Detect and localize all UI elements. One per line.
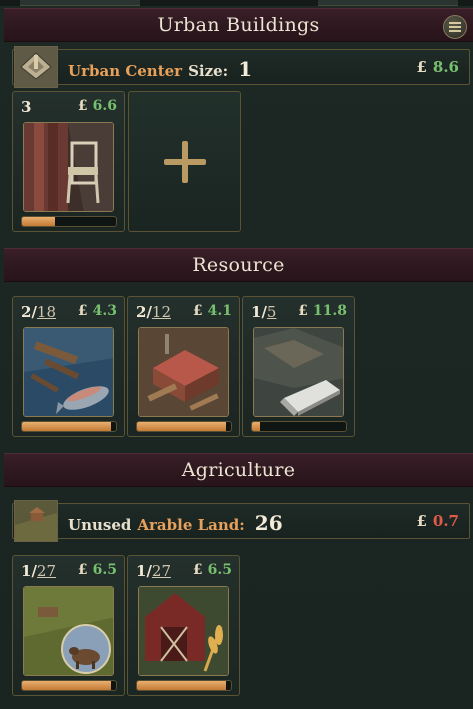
menu-line-icon [449, 22, 461, 24]
logging-camp-icon [138, 327, 229, 417]
tab-left[interactable] [20, 0, 140, 6]
building-level-value: 2 [136, 303, 147, 321]
building-level-max: 5 [266, 303, 277, 321]
building-progress-bar [136, 421, 232, 432]
pound-icon: £ [77, 562, 88, 578]
building-income: £ 11.8 [298, 303, 347, 319]
pound-icon: £ [192, 303, 203, 319]
building-level-value: 1 [251, 303, 262, 321]
urban-center-label: Urban Center [68, 62, 183, 80]
building-progress-bar [21, 680, 117, 691]
building-progress-bar [251, 421, 347, 432]
agriculture-title: Agriculture [181, 459, 296, 481]
building-income-value: 4.1 [207, 303, 232, 319]
building-level: 2/18 [21, 303, 57, 321]
agriculture-income-value: 0.7 [432, 512, 459, 530]
pound-icon: £ [416, 512, 427, 530]
building-income-value: 6.5 [92, 562, 117, 578]
building-progress-fill [137, 681, 227, 690]
building-level-max: 27 [151, 562, 172, 580]
arable-land-label: Arable Land: [137, 516, 245, 534]
urban-buildings-title: Urban Buildings [157, 14, 320, 36]
agriculture-header: Agriculture [4, 453, 473, 487]
urban-buildings-header: Urban Buildings [4, 8, 473, 42]
menu-list-button[interactable] [443, 15, 467, 39]
plus-icon [163, 140, 206, 183]
add-building-button[interactable] [128, 91, 241, 232]
arable-land-icon [14, 500, 58, 542]
building-progress-fill [137, 422, 227, 431]
fishing-wharf-icon [23, 327, 114, 417]
iron-mine-icon [253, 327, 344, 417]
building-card-furniture[interactable]: 3 £ 6.6 [12, 91, 125, 232]
urban-income-value: 8.6 [432, 58, 459, 76]
building-income: £ 6.5 [193, 562, 232, 578]
building-progress-bar [136, 680, 232, 691]
building-level-max: 18 [36, 303, 57, 321]
building-level: 2/12 [136, 303, 172, 321]
furniture-manufacturies-icon [23, 122, 114, 212]
building-progress-fill [22, 217, 55, 226]
building-card-fishing[interactable]: 2/18 £ 4.3 [12, 296, 125, 437]
unused-label: Unused [68, 516, 132, 534]
building-progress-bar [21, 421, 117, 432]
building-card-logging[interactable]: 2/12 £ 4.1 [127, 296, 240, 437]
pound-icon: £ [192, 562, 203, 578]
arable-land-text: Unused Arable Land: 26 [68, 511, 283, 535]
building-level-max: 12 [151, 303, 172, 321]
agriculture-income: £ 0.7 [416, 512, 459, 530]
pound-icon: £ [77, 98, 88, 114]
pound-icon: £ [416, 58, 427, 76]
resource-title: Resource [192, 254, 285, 276]
building-card-iron-mine[interactable]: 1/5 £ 11.8 [242, 296, 355, 437]
menu-line-icon [449, 26, 461, 28]
size-value: 1 [238, 57, 253, 81]
menu-line-icon [449, 30, 461, 32]
urban-income: £ 8.6 [416, 58, 459, 76]
building-level-value: 2 [21, 303, 32, 321]
building-progress-fill [22, 681, 112, 690]
buildings-panel: Urban Buildings Urban Center Size: 1 £ 8… [0, 0, 473, 709]
urban-center-icon [14, 46, 58, 88]
arable-land-value: 26 [254, 511, 283, 535]
building-card-wheat-farm[interactable]: 1/27 £ 6.5 [127, 555, 240, 696]
building-progress-bar [21, 216, 117, 227]
size-label: Size: [188, 62, 229, 80]
urban-center-text: Urban Center Size: 1 [68, 57, 252, 81]
building-progress-fill [22, 422, 112, 431]
building-level: 1/27 [136, 562, 172, 580]
building-income-value: 6.5 [207, 562, 232, 578]
pound-icon: £ [77, 303, 88, 319]
building-progress-fill [252, 422, 260, 431]
tab-right[interactable] [318, 0, 458, 6]
building-level-value: 1 [136, 562, 147, 580]
building-income-value: 11.8 [312, 303, 347, 319]
building-level-max: 27 [36, 562, 57, 580]
resource-header: Resource [4, 248, 473, 282]
building-level-value: 1 [21, 562, 32, 580]
livestock-ranch-icon [23, 586, 114, 676]
building-income: £ 6.5 [78, 562, 117, 578]
pound-icon: £ [298, 303, 308, 319]
building-income-value: 4.3 [92, 303, 117, 319]
top-tab-strip [0, 0, 473, 6]
building-level: 3 [21, 98, 31, 116]
building-income-value: 6.6 [92, 98, 117, 114]
building-level-value: 3 [21, 98, 32, 116]
building-level: 1/27 [21, 562, 57, 580]
building-level: 1/5 [251, 303, 277, 321]
building-income: £ 4.3 [78, 303, 117, 319]
wheat-farm-icon [138, 586, 229, 676]
building-income: £ 4.1 [193, 303, 232, 319]
building-income: £ 6.6 [78, 98, 117, 114]
building-card-livestock[interactable]: 1/27 £ 6.5 [12, 555, 125, 696]
